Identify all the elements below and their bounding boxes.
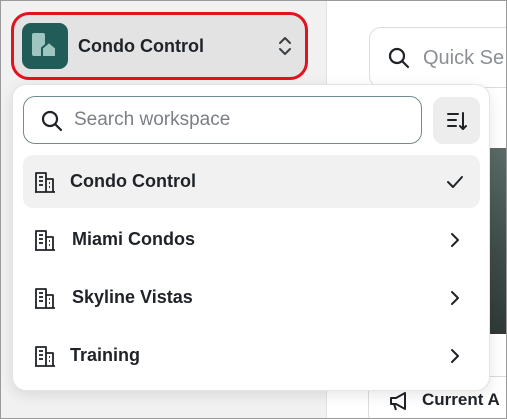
background-image-panel bbox=[488, 148, 507, 334]
workspace-item-skyline-vistas[interactable]: Skyline Vistas bbox=[23, 271, 480, 326]
search-icon bbox=[41, 110, 63, 132]
announcement-label: Current A bbox=[422, 390, 500, 409]
megaphone-icon bbox=[390, 392, 406, 411]
workspace-item-miami-condos[interactable]: Miami Condos bbox=[23, 213, 480, 268]
chevron-right-icon bbox=[451, 233, 459, 247]
building-icon bbox=[35, 288, 55, 309]
building-icon bbox=[35, 172, 55, 193]
workspace-switcher[interactable]: Condo Control bbox=[11, 12, 308, 80]
building-icon bbox=[35, 346, 55, 367]
chevron-right-icon bbox=[451, 291, 459, 305]
workspace-item-label: Training bbox=[70, 345, 141, 365]
workspace-dropdown: Condo Control Miami Condos Sky bbox=[12, 84, 490, 391]
building-icon bbox=[35, 230, 55, 251]
workspace-item-training[interactable]: Training bbox=[23, 329, 480, 384]
chevron-right-icon bbox=[451, 349, 459, 363]
workspace-name: Condo Control bbox=[78, 36, 204, 56]
workspace-list: Condo Control Miami Condos Skyline Vista… bbox=[23, 155, 480, 387]
check-icon bbox=[447, 176, 463, 188]
quick-search-placeholder: Quick Se bbox=[423, 47, 505, 69]
workspace-item-condo-control[interactable]: Condo Control bbox=[23, 155, 480, 208]
workspace-logo bbox=[22, 23, 68, 69]
workspace-item-label: Miami Condos bbox=[72, 229, 196, 249]
workspace-item-label: Skyline Vistas bbox=[72, 287, 193, 307]
sort-icon bbox=[447, 112, 467, 130]
workspace-search-box[interactable] bbox=[23, 96, 422, 144]
workspace-search-input[interactable] bbox=[74, 105, 404, 135]
sort-button[interactable] bbox=[433, 97, 480, 144]
chevron-up-down-icon bbox=[279, 37, 291, 55]
quick-search-bar[interactable]: Quick Se bbox=[369, 27, 507, 88]
search-icon bbox=[388, 47, 410, 69]
workspace-item-label: Condo Control bbox=[70, 171, 196, 191]
